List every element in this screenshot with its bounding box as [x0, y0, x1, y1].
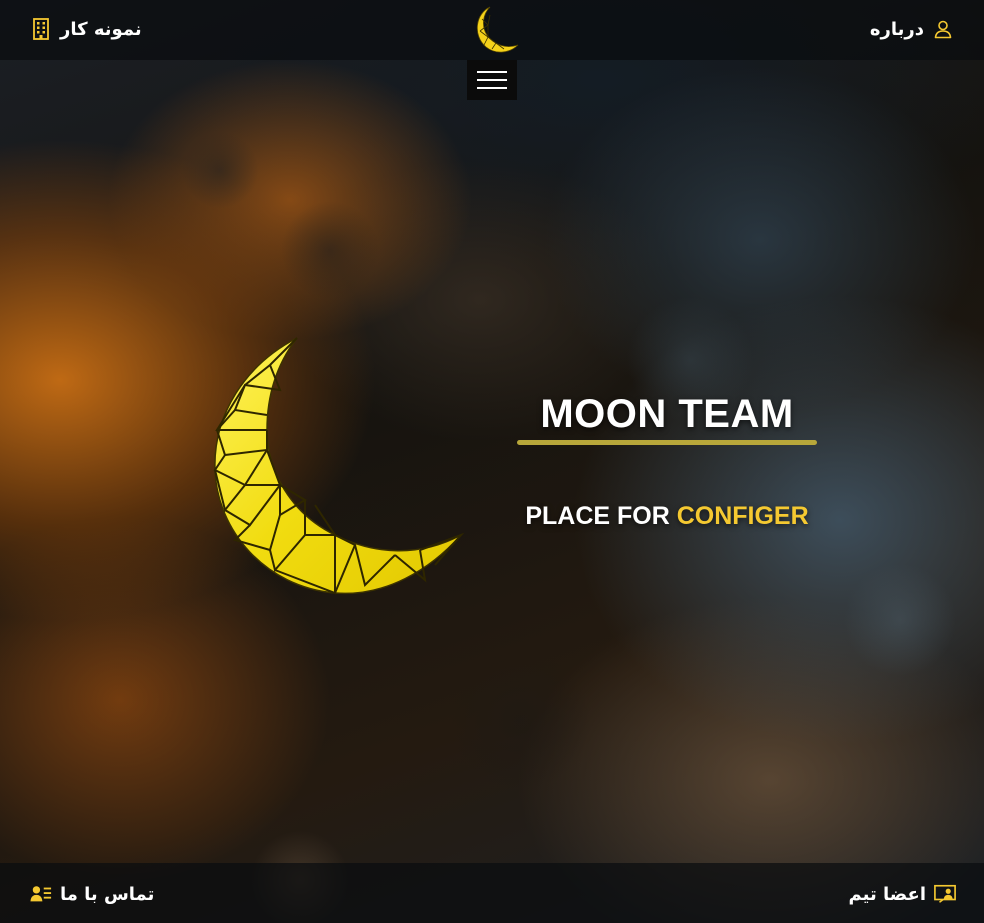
menu-bar-1 — [477, 71, 507, 73]
hero-subtitle: PLACE FOR CONFIGER — [517, 500, 817, 532]
building-icon — [30, 18, 52, 40]
contact-list-icon — [30, 883, 52, 905]
hamburger-menu-icon[interactable] — [467, 60, 517, 100]
page: درباره نمونه کار MOON TEAM PLACE FOR CON… — [0, 0, 984, 923]
crescent-moon-logo-icon[interactable] — [470, 5, 522, 55]
nav-contact[interactable]: تماس با ما — [30, 883, 154, 905]
nav-contact-label: تماس با ما — [60, 883, 155, 905]
nav-portfolio[interactable]: نمونه کار — [30, 18, 142, 40]
hero-subtitle-prefix: PLACE FOR — [525, 502, 670, 530]
hero-title: MOON TEAM — [540, 392, 794, 436]
nav-about[interactable]: درباره — [870, 18, 954, 40]
nav-about-label: درباره — [869, 18, 924, 40]
menu-bar-2 — [477, 79, 507, 81]
user-icon — [932, 18, 954, 40]
nav-team-label: اعضا تیم — [848, 883, 926, 905]
menu-bar-3 — [477, 87, 507, 89]
nav-portfolio-label: نمونه کار — [60, 18, 142, 40]
hero-title-underline — [517, 440, 817, 445]
hero-subtitle-highlight: CONFIGER — [676, 502, 809, 530]
hero-crescent-moon-icon — [205, 335, 470, 600]
nav-team-members[interactable]: اعضا تیم — [849, 883, 956, 905]
cloud-background — [0, 0, 984, 923]
presentation-user-icon — [934, 883, 956, 905]
